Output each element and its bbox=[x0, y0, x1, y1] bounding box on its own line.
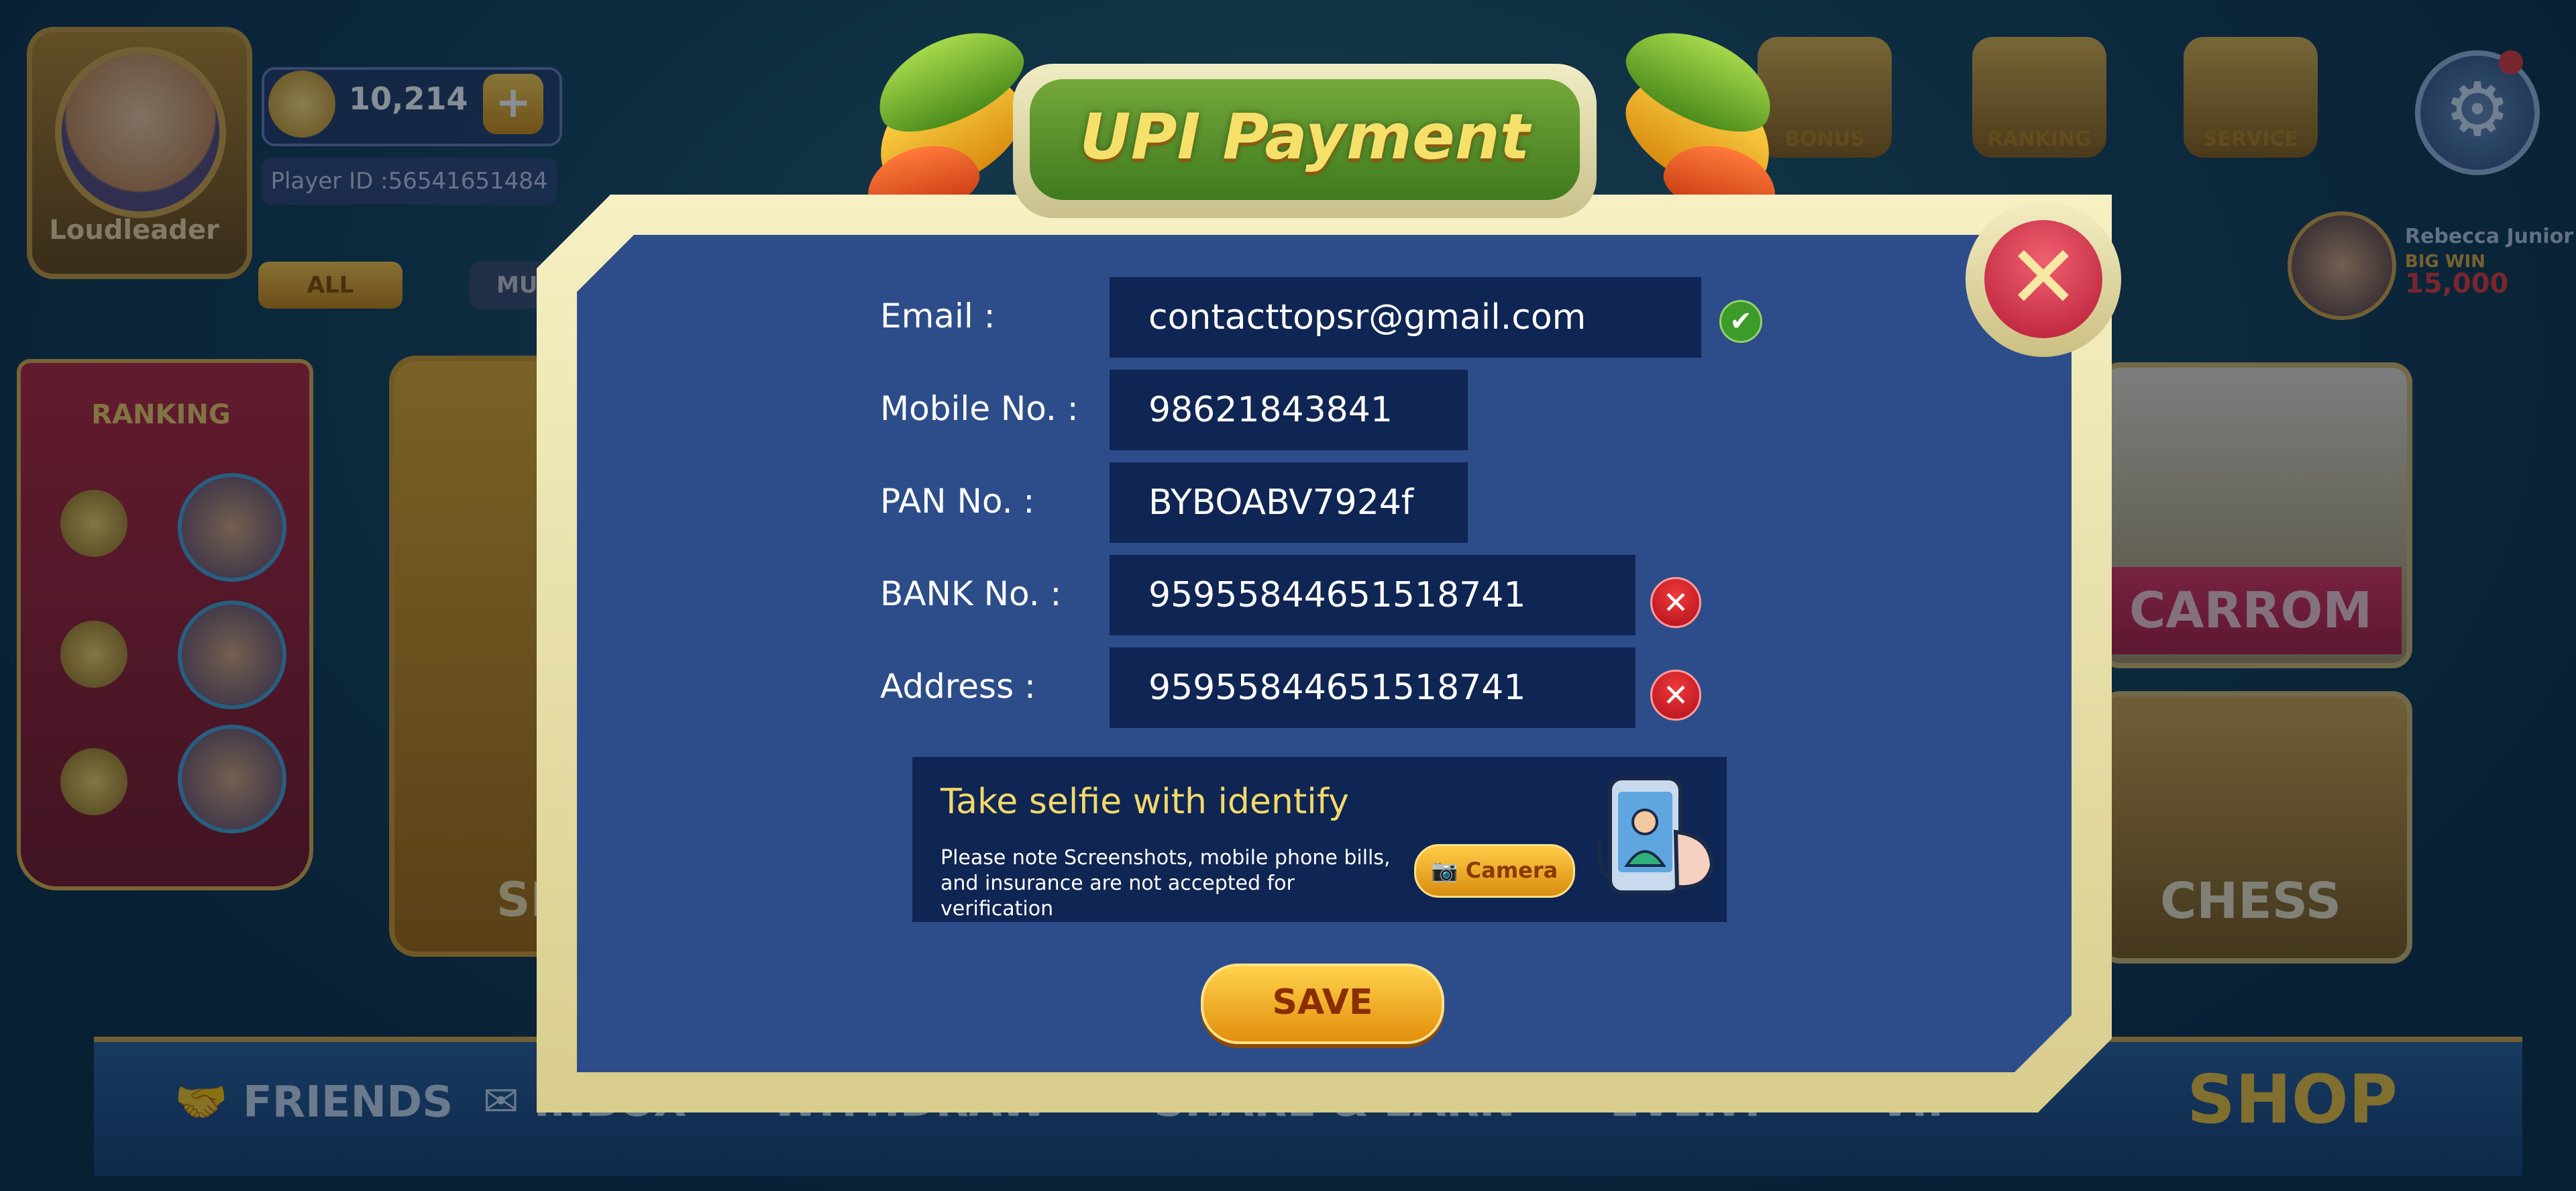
selfie-title: Take selfie with identify bbox=[941, 782, 1349, 822]
mobile-field[interactable]: 98621843841 bbox=[1110, 370, 1468, 450]
bank-label: BANK No. : bbox=[880, 574, 1062, 613]
selfie-note: Please note Screenshots, mobile phone bi… bbox=[941, 846, 1391, 921]
camera-button[interactable]: 📷 Camera bbox=[1414, 844, 1575, 898]
invalid-x-icon: ✕ bbox=[1650, 577, 1701, 628]
email-label: Email : bbox=[880, 297, 996, 335]
email-field[interactable]: contacttopsr@gmail.com bbox=[1110, 277, 1701, 358]
close-x-icon: ✕ bbox=[2006, 226, 2080, 328]
dialog-title: UPI Payment bbox=[1079, 101, 1530, 174]
close-button[interactable]: ✕ bbox=[1984, 220, 2102, 338]
address-label: Address : bbox=[880, 667, 1036, 706]
camera-label: Camera bbox=[1465, 858, 1558, 883]
invalid-x-icon: ✕ bbox=[1650, 670, 1701, 721]
pan-field[interactable]: BYBOABV7924f bbox=[1110, 462, 1468, 543]
mobile-label: Mobile No. : bbox=[880, 389, 1079, 428]
bank-field[interactable]: 95955844651518741 bbox=[1110, 555, 1635, 635]
pan-label: PAN No. : bbox=[880, 482, 1035, 521]
hand-holding-phone-icon bbox=[1597, 772, 1724, 899]
address-field[interactable]: 95955844651518741 bbox=[1110, 648, 1635, 728]
save-button[interactable]: SAVE bbox=[1201, 964, 1444, 1044]
valid-check-icon: ✔ bbox=[1719, 300, 1762, 343]
camera-icon: 📷 bbox=[1431, 858, 1458, 883]
